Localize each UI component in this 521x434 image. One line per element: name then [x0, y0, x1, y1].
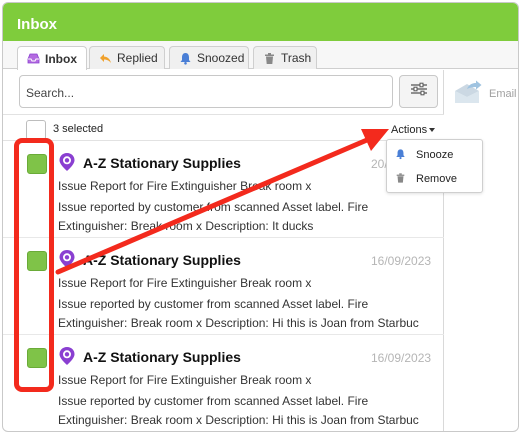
annotation-arrow — [55, 129, 389, 275]
